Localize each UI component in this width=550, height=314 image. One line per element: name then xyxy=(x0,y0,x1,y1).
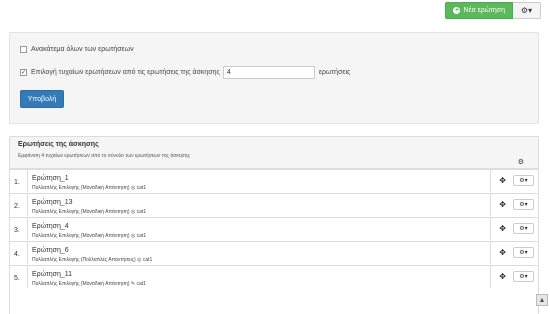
category-icon: ◎ xyxy=(137,257,142,263)
random-suffix: ερωτήσεις xyxy=(318,69,351,76)
question-row: 3. Ερώτηση_4 Πολλαπλής Επιλογής (Μοναδικ… xyxy=(10,217,538,240)
question-actions-button[interactable]: ⚙▾ xyxy=(513,247,534,258)
question-row: 1. Ερώτηση_1 Πολλαπλής Επιλογής (Μοναδικ… xyxy=(10,169,538,192)
question-title[interactable]: Ερώτηση_1 xyxy=(32,175,69,182)
question-meta: Πολλαπλής Επιλογής (Πολλαπλές Απαντήσεις… xyxy=(32,257,152,263)
category-icon: ◎ xyxy=(130,185,136,191)
question-actions-button[interactable]: ⚙▾ xyxy=(513,223,534,234)
question-title[interactable]: Ερώτηση_4 xyxy=(32,223,69,230)
plus-circle-icon: + xyxy=(453,7,461,14)
category-icon: ◎ xyxy=(130,209,136,215)
question-number: 2. xyxy=(14,203,20,210)
question-type: Πολλαπλής Επιλογής (Μοναδική Απάντηση) xyxy=(32,185,130,191)
question-number: 1. xyxy=(14,179,20,186)
question-number: 3. xyxy=(14,227,20,234)
question-category: cat1 xyxy=(136,233,147,239)
new-question-button[interactable]: + Νέα ερώτηση xyxy=(445,2,513,19)
move-icon[interactable]: ✥ xyxy=(499,200,506,209)
random-checkbox[interactable]: ✓ xyxy=(20,69,27,76)
shuffle-label: Ανακάτεμα όλων των ερωτήσεων xyxy=(31,46,134,53)
move-icon[interactable]: ✥ xyxy=(499,248,506,257)
question-number: 5. xyxy=(14,275,20,282)
settings-dropdown-button[interactable]: ⚙▾ xyxy=(513,2,541,19)
chevron-up-icon: ▲ xyxy=(538,296,546,304)
question-type: Πολλαπλής Επιλογής (Πολλαπλές Απαντήσεις… xyxy=(32,257,136,263)
submit-button[interactable]: Υποβολή xyxy=(20,90,64,108)
question-row: 4. Ερώτηση_6 Πολλαπλής Επιλογής (Πολλαπλ… xyxy=(10,241,538,264)
category-icon: ◎ xyxy=(130,233,136,239)
divider xyxy=(27,170,28,192)
question-meta: Πολλαπλής Επιλογής (Μοναδική Απάντηση) ✎… xyxy=(32,281,146,287)
question-type: Πολλαπλής Επιλογής (Μοναδική Απάντηση) xyxy=(32,281,130,287)
question-category: cat1 xyxy=(142,257,153,263)
question-type: Πολλαπλής Επιλογής (Μοναδική Απάντηση) xyxy=(32,209,130,215)
question-actions-button[interactable]: ⚙▾ xyxy=(513,175,534,186)
shuffle-row: Ανακάτεμα όλων των ερωτήσεων xyxy=(20,46,134,53)
question-meta: Πολλαπλής Επιλογής (Μοναδική Απάντηση) ◎… xyxy=(32,185,146,191)
question-number: 4. xyxy=(14,251,20,258)
questions-panel-header: Ερωτήσεις της άσκησης Εμφάνιση 4 τυχαίων… xyxy=(10,137,538,169)
question-category: cat1 xyxy=(136,281,146,287)
divider xyxy=(27,242,28,264)
question-row: 2. Ερώτηση_13 Πολλαπλής Επιλογής (Μοναδι… xyxy=(10,193,538,216)
top-toolbar: + Νέα ερώτηση ⚙▾ xyxy=(445,2,541,19)
question-actions-button[interactable]: ⚙▾ xyxy=(513,271,534,282)
cogs-icon: ⚙ xyxy=(517,159,524,166)
divider xyxy=(490,218,491,240)
divider xyxy=(27,194,28,216)
random-count-input[interactable] xyxy=(222,66,315,79)
question-meta: Πολλαπλής Επιλογής (Μοναδική Απάντηση) ◎… xyxy=(32,233,146,239)
cogs-icon: ⚙▾ xyxy=(520,6,533,15)
divider xyxy=(27,218,28,240)
move-icon[interactable]: ✥ xyxy=(499,176,506,185)
question-category: cat1 xyxy=(136,185,147,191)
divider xyxy=(490,266,491,288)
question-meta: Πολλαπλής Επιλογής (Μοναδική Απάντηση) ◎… xyxy=(32,209,146,215)
questions-panel-subtitle: Εμφάνιση 4 τυχαίων ερωτήσεων από το σύνο… xyxy=(18,153,190,159)
divider xyxy=(490,242,491,264)
divider xyxy=(490,170,491,192)
questions-panel: Ερωτήσεις της άσκησης Εμφάνιση 4 τυχαίων… xyxy=(9,136,539,314)
divider xyxy=(490,194,491,216)
question-title[interactable]: Ερώτηση_6 xyxy=(32,247,69,254)
random-row: ✓ Επιλογή τυχαίων ερωτήσεων από τις ερωτ… xyxy=(20,66,350,79)
question-category: cat1 xyxy=(136,209,147,215)
questions-panel-title: Ερωτήσεις της άσκησης xyxy=(18,141,99,148)
divider xyxy=(27,266,28,288)
shuffle-checkbox[interactable] xyxy=(20,46,27,53)
exercise-options-panel: Ανακάτεμα όλων των ερωτήσεων ✓ Επιλογή τ… xyxy=(9,32,539,124)
question-row: 5. Ερώτηση_11 Πολλαπλής Επιλογής (Μοναδι… xyxy=(10,265,538,288)
random-label: Επιλογή τυχαίων ερωτήσεων από τις ερωτήσ… xyxy=(31,69,220,76)
question-title[interactable]: Ερώτηση_11 xyxy=(32,271,72,278)
question-type: Πολλαπλής Επιλογής (Μοναδική Απάντηση) xyxy=(32,233,130,239)
question-actions-button[interactable]: ⚙▾ xyxy=(513,199,534,210)
question-title[interactable]: Ερώτηση_13 xyxy=(32,199,73,206)
move-icon[interactable]: ✥ xyxy=(499,272,506,281)
pencil-icon: ✎ xyxy=(130,281,136,287)
scroll-to-top-button[interactable]: ▲ xyxy=(536,294,548,306)
new-question-label: Νέα ερώτηση xyxy=(463,7,505,14)
move-icon[interactable]: ✥ xyxy=(499,224,506,233)
